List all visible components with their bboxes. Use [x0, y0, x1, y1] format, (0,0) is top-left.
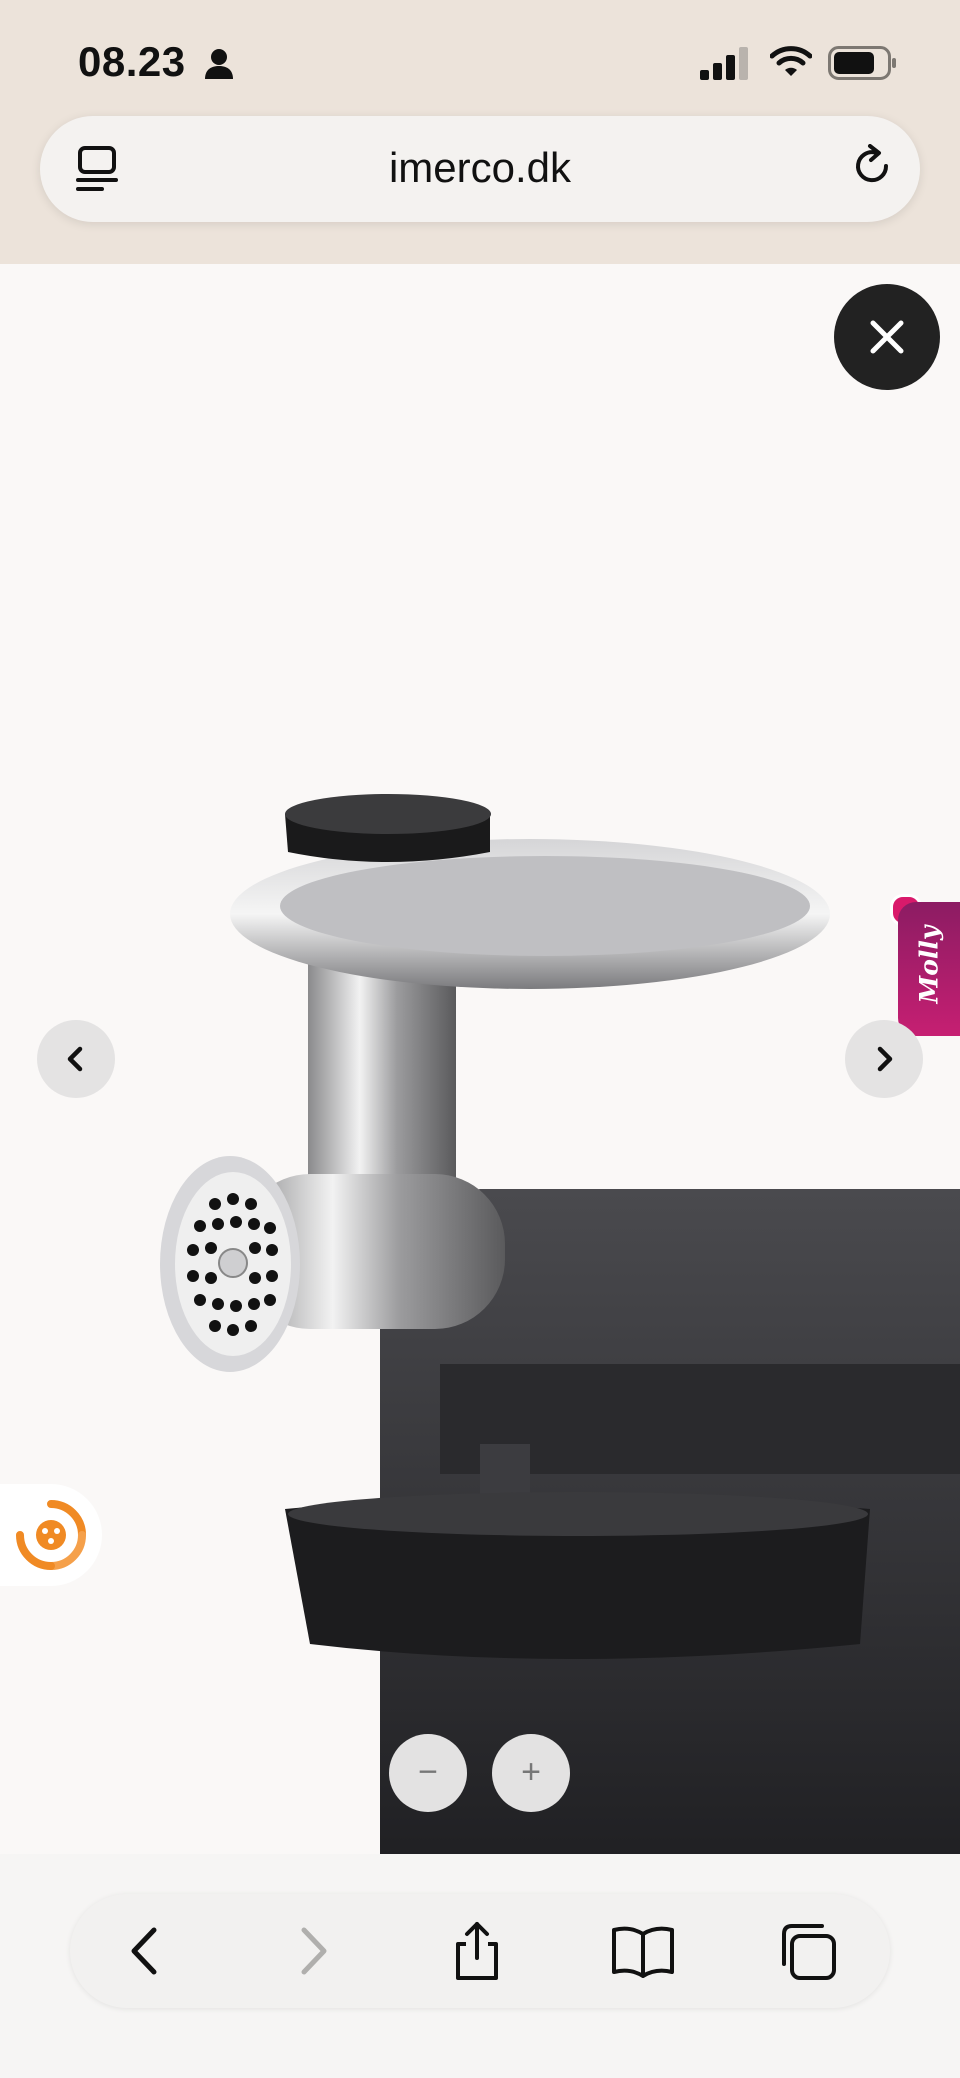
image-viewer[interactable]: Molly: [0, 264, 960, 1854]
address-bar[interactable]: imerco.dk: [40, 116, 920, 222]
product-image[interactable]: [0, 644, 960, 1854]
browser-toolbar: [0, 1854, 960, 2078]
molly-label: Molly: [914, 925, 944, 1004]
close-icon: [870, 320, 904, 354]
bookmarks-icon[interactable]: [608, 1916, 678, 1986]
zoom-out-button[interactable]: −: [389, 1734, 467, 1812]
share-icon[interactable]: [442, 1916, 512, 1986]
forward-icon[interactable]: [278, 1916, 348, 1986]
chevron-left-icon: [67, 1046, 83, 1072]
clock-time: 08.23: [78, 38, 186, 85]
person-icon: [205, 49, 233, 79]
molly-assistant-tab[interactable]: Molly: [898, 902, 960, 1036]
chevron-right-icon: [877, 1046, 893, 1072]
close-button[interactable]: [834, 284, 940, 390]
url-text[interactable]: imerco.dk: [40, 144, 920, 192]
battery-icon: [828, 46, 896, 80]
chat-widget-button[interactable]: [0, 1484, 102, 1586]
zoom-in-button[interactable]: +: [492, 1734, 570, 1812]
previous-image-button[interactable]: [37, 1020, 115, 1098]
toolbar-pill: [70, 1894, 890, 2008]
reload-icon[interactable]: [852, 144, 894, 190]
back-icon[interactable]: [110, 1916, 180, 1986]
chat-icon: [16, 1500, 86, 1570]
wifi-icon: [770, 46, 812, 76]
next-image-button[interactable]: [845, 1020, 923, 1098]
signal-icon: [700, 47, 748, 80]
tabs-icon[interactable]: [774, 1916, 844, 1986]
status-bar: 08.23 imerco.dk: [0, 0, 960, 264]
